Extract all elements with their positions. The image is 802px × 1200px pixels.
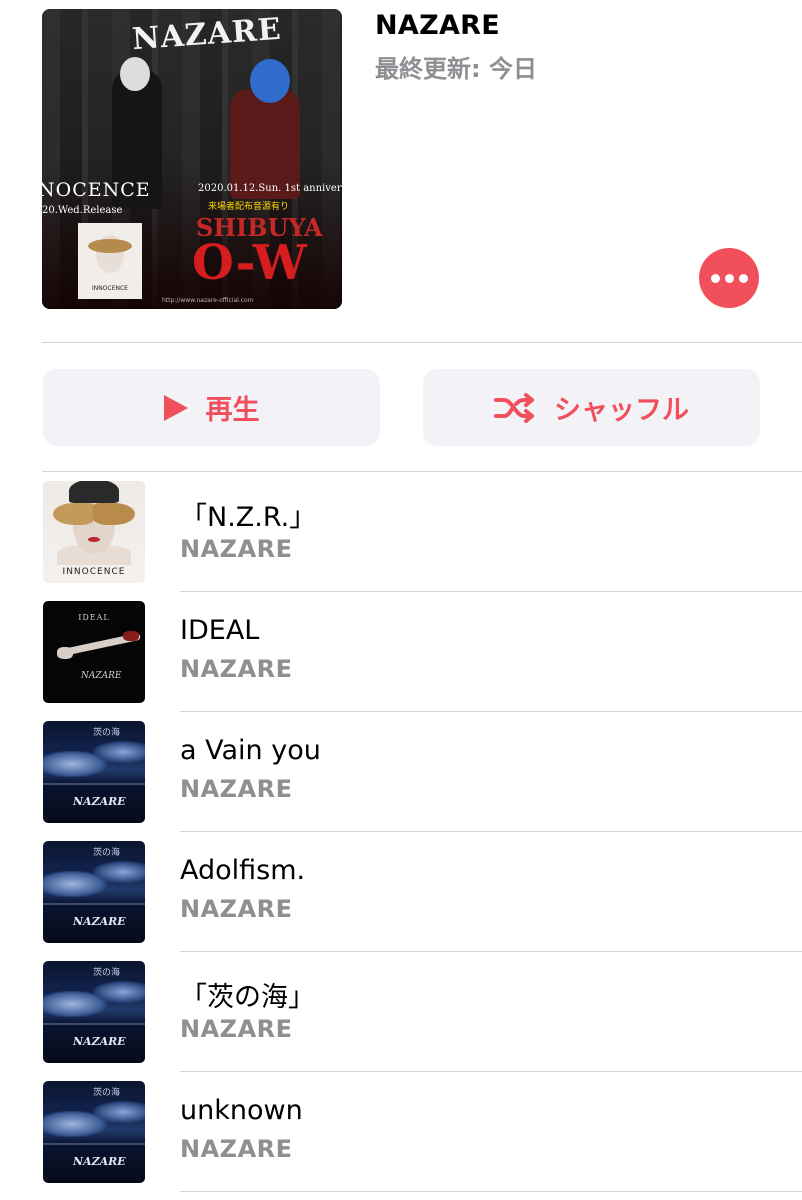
artwork-sleeve — [123, 631, 139, 641]
artwork-hand — [57, 647, 73, 659]
track-title: a Vain you — [180, 735, 321, 766]
cover-url: http://www.nazare-official.com — [162, 297, 254, 304]
track-row[interactable]: 茨の海 NAZARE 「茨の海」 NAZARE — [0, 952, 802, 1072]
track-artist: NAZARE — [180, 1015, 293, 1043]
track-artist: NAZARE — [180, 895, 293, 923]
artwork-label: 茨の海 — [93, 968, 121, 978]
artwork-label: 茨の海 — [93, 1088, 121, 1098]
artwork-streak — [43, 903, 145, 905]
artwork-label: 茨の海 — [93, 848, 121, 858]
track-title: IDEAL — [180, 615, 260, 646]
track-artwork: INNOCENCE — [43, 481, 145, 583]
ellipsis-icon — [738, 273, 748, 283]
playlist-title: NAZARE — [375, 10, 501, 41]
track-title: 「N.Z.R.」 — [180, 502, 317, 533]
artwork-streak — [43, 1023, 145, 1025]
track-row[interactable]: 茨の海 NAZARE unknown NAZARE — [0, 1072, 802, 1192]
cover-event-note: 来場者配布音源有り — [208, 202, 290, 212]
shuffle-button[interactable]: シャッフル — [423, 369, 760, 446]
artwork-logo: NAZARE — [73, 1035, 126, 1048]
artwork-label: IDEAL — [78, 613, 110, 622]
cover-figure-left-head — [120, 57, 150, 91]
cover-release-date: 20.Wed.Release — [42, 205, 123, 216]
play-button[interactable]: 再生 — [43, 369, 380, 446]
play-icon — [163, 394, 188, 421]
artwork-moth-wing — [93, 503, 135, 525]
track-artwork: IDEAL NAZARE — [43, 601, 145, 703]
track-artwork: 茨の海 NAZARE — [43, 1081, 145, 1183]
playlist-header: NAZARE NOCENCE 20.Wed.Release 2020.01.12… — [0, 0, 802, 343]
artwork-wave — [93, 1101, 145, 1123]
track-separator — [180, 1191, 802, 1192]
track-row[interactable]: 茨の海 NAZARE Adolfism. NAZARE — [0, 832, 802, 952]
artwork-wave — [93, 981, 145, 1003]
more-options-button[interactable] — [699, 248, 759, 308]
playlist-cover-art[interactable]: NAZARE NOCENCE 20.Wed.Release 2020.01.12… — [42, 9, 342, 309]
track-artwork: 茨の海 NAZARE — [43, 721, 145, 823]
track-artist: NAZARE — [180, 535, 293, 563]
ellipsis-icon — [710, 273, 720, 283]
cover-venue-big: O-W — [192, 235, 307, 291]
artwork-lips — [88, 537, 100, 542]
artwork-logo: NAZARE — [73, 1155, 126, 1168]
track-row[interactable]: INNOCENCE 「N.Z.R.」 NAZARE — [0, 472, 802, 592]
artwork-wave — [93, 861, 145, 883]
track-title: unknown — [180, 1095, 303, 1126]
track-artist: NAZARE — [180, 655, 293, 683]
track-artwork: 茨の海 NAZARE — [43, 961, 145, 1063]
shuffle-label: シャッフル — [554, 395, 689, 426]
artwork-streak — [43, 1143, 145, 1145]
shuffle-icon — [494, 392, 534, 423]
cover-figure-right-head — [250, 59, 290, 103]
artwork-logo: NAZARE — [81, 671, 122, 681]
cover-album-name: NOCENCE — [42, 179, 151, 201]
cover-event-date: 2020.01.12.Sun. 1st anniver — [198, 183, 342, 194]
artwork-streak — [43, 783, 145, 785]
cover-mini-label: INNOCENCE — [92, 285, 128, 292]
artwork-moth-wing — [53, 503, 95, 525]
track-artist: NAZARE — [180, 775, 293, 803]
track-row[interactable]: IDEAL NAZARE IDEAL NAZARE — [0, 592, 802, 712]
track-artist: NAZARE — [180, 1135, 293, 1163]
track-artwork: 茨の海 NAZARE — [43, 841, 145, 943]
artwork-logo: NAZARE — [73, 795, 126, 808]
play-label: 再生 — [205, 395, 260, 426]
last-updated-label: 最終更新: 今日 — [375, 55, 537, 83]
track-title: 「茨の海」 — [180, 982, 315, 1013]
artwork-label: 茨の海 — [93, 728, 121, 738]
track-title: Adolfism. — [180, 855, 306, 886]
artwork-hair — [69, 481, 119, 503]
ellipsis-icon — [724, 273, 734, 283]
cover-mini-moth — [88, 239, 132, 253]
artwork-wave — [93, 741, 145, 763]
artwork-label: INNOCENCE — [62, 567, 126, 577]
header-divider — [42, 342, 802, 343]
artwork-logo: NAZARE — [73, 915, 126, 928]
track-row[interactable]: 茨の海 NAZARE a Vain you NAZARE — [0, 712, 802, 832]
